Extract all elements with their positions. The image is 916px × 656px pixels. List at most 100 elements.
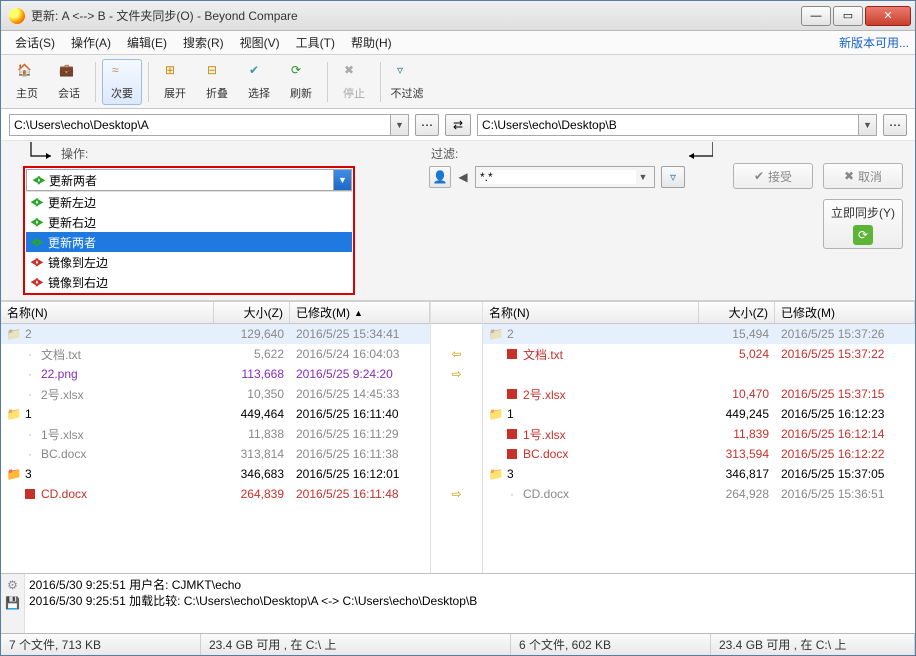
table-row[interactable]: ·1号.xlsx11,8382016/5/25 16:11:29 [1,424,430,444]
col-size[interactable]: 大小(Z) [214,302,290,323]
table-row[interactable]: 📁1449,2452016/5/25 16:12:23 [483,404,915,424]
table-row[interactable]: 📁3346,6832016/5/25 16:12:01 [1,464,430,484]
arrows-icon: ⮜⮞ [28,274,44,290]
col-size[interactable]: 大小(Z) [699,302,775,323]
tool-collapse[interactable]: ⊟折叠 [197,59,237,105]
collapse-icon: ⊟ [207,63,227,83]
table-row[interactable]: ·BC.docx313,8142016/5/25 16:11:38 [1,444,430,464]
menu-session[interactable]: 会话(S) [7,32,63,53]
tool-refresh[interactable]: ⟳刷新 [281,59,321,105]
filter-input-box[interactable]: ▼ [475,166,655,188]
left-browse-button[interactable]: ⋯ [415,114,439,136]
tool-home[interactable]: 🏠主页 [7,59,47,105]
menu-help[interactable]: 帮助(H) [343,32,400,53]
menu-view[interactable]: 视图(V) [232,32,288,53]
direction-indicator [431,324,482,344]
close-button[interactable]: ✕ [865,6,911,26]
file-icon: · [23,388,37,400]
accept-button[interactable]: ✔接受 [733,163,813,189]
menu-search[interactable]: 搜索(R) [175,32,232,53]
file-icon: · [23,428,37,440]
arrow-left-icon: ◀ [457,170,469,184]
table-row[interactable]: 📁215,4942016/5/25 15:37:26 [483,324,915,344]
option-update-both[interactable]: ⮜⮞更新两者 [26,232,352,252]
chevron-down-icon[interactable]: ▼ [636,172,650,182]
sync-icon: ⟳ [853,225,873,245]
col-modified[interactable]: 已修改(M)▲ [290,302,430,323]
sync-now-label: 立即同步(Y) [831,204,895,221]
col-modified[interactable]: 已修改(M) [775,302,915,323]
menu-action[interactable]: 操作(A) [63,32,119,53]
option-mirror-left[interactable]: ⮜⮞镜像到左边 [26,252,352,272]
menu-tools[interactable]: 工具(T) [288,32,343,53]
user-icon-button[interactable]: 👤 [429,166,451,188]
tool-secondary[interactable]: ≈次要 [102,59,142,105]
filter-input[interactable] [480,170,636,184]
separator [380,62,381,102]
option-mirror-right[interactable]: ⮜⮞镜像到右边 [26,272,352,292]
cancel-button[interactable]: ✖取消 [823,163,903,189]
maximize-button[interactable]: ▭ [833,6,863,26]
log-lines[interactable]: 2016/5/30 9:25:51 用户名: CJMKT\echo 2016/5… [25,574,915,633]
table-row[interactable]: ·2号.xlsx10,3502016/5/25 14:45:33 [1,384,430,404]
middle-pane: ⇦⇨⇨ [431,302,483,573]
direction-indicator [431,464,482,484]
statusbar: 7 个文件, 713 KB 23.4 GB 可用 , 在 C:\ 上 6 个文件… [1,633,915,655]
table-row[interactable] [483,364,915,384]
tool-stop: ✖停止 [334,59,374,105]
arrows-icon: ⮜⮞ [28,214,44,230]
sync-now-button[interactable]: 立即同步(Y) ⟳ [823,199,903,249]
table-row[interactable]: 1号.xlsx11,8392016/5/25 16:12:14 [483,424,915,444]
right-path-input[interactable] [477,114,859,136]
option-update-right[interactable]: ⮜⮞更新右边 [26,212,352,232]
new-version-link[interactable]: 新版本可用... [839,34,909,51]
menu-edit[interactable]: 编辑(E) [119,32,175,53]
lists-area: 名称(N) 大小(Z) 已修改(M)▲ 📁2129,6402016/5/25 1… [1,301,915,573]
table-row[interactable]: BC.docx313,5942016/5/25 16:12:22 [483,444,915,464]
dropdown-icon[interactable]: ▼ [859,114,877,136]
disk-icon[interactable]: 💾 [5,596,20,610]
action-combobox[interactable]: ⮜⮞ 更新两者 ▼ [26,169,352,191]
left-path-field[interactable]: ▼ [9,114,409,136]
table-row[interactable]: ·22.png113,6682016/5/25 9:24:20 [1,364,430,384]
table-row[interactable]: 文档.txt5,0242016/5/25 15:37:22 [483,344,915,364]
window-title: 更新: A <--> B - 文件夹同步(O) - Beyond Compare [31,7,801,24]
dropdown-icon[interactable]: ▼ [391,114,409,136]
direction-indicator: ⇦ [431,344,482,364]
chevron-down-icon[interactable]: ▼ [333,170,351,190]
table-row[interactable]: ·CD.docx264,9282016/5/25 15:36:51 [483,484,915,504]
tool-nofilter[interactable]: ▿不过滤 [387,59,427,105]
right-rows[interactable]: 📁215,4942016/5/25 15:37:26文档.txt5,024201… [483,324,915,573]
col-name[interactable]: 名称(N) [483,302,699,323]
folder-icon: 📁 [489,328,503,340]
table-row[interactable]: ·文档.txt5,6222016/5/24 16:04:03 [1,344,430,364]
separator [95,62,96,102]
table-row[interactable]: 📁2129,6402016/5/25 15:34:41 [1,324,430,344]
expand-icon: ⊞ [165,63,185,83]
option-update-left[interactable]: ⮜⮞更新左边 [26,192,352,212]
tool-session[interactable]: 💼会话 [49,59,89,105]
filter-apply-button[interactable]: ▿ [661,166,685,188]
table-row[interactable]: 2号.xlsx10,4702016/5/25 15:37:15 [483,384,915,404]
highlight-box: ⮜⮞ 更新两者 ▼ ⮜⮞更新左边 ⮜⮞更新右边 ⮜⮞更新两者 ⮜⮞镜像到左边 ⮜… [23,166,355,295]
tool-select[interactable]: ✔选择 [239,59,279,105]
table-row[interactable]: CD.docx264,8392016/5/25 16:11:48 [1,484,430,504]
right-pane: 名称(N) 大小(Z) 已修改(M) 📁215,4942016/5/25 15:… [483,302,915,573]
swap-button[interactable]: ⇄ [445,114,471,136]
funnel-icon: ▿ [670,170,676,184]
table-row[interactable]: 📁3346,8172016/5/25 15:37:05 [483,464,915,484]
file-icon [505,448,519,460]
table-row[interactable]: 📁1449,4642016/5/25 16:11:40 [1,404,430,424]
left-path-input[interactable] [9,114,391,136]
tool-expand[interactable]: ⊞展开 [155,59,195,105]
minimize-button[interactable]: — [801,6,831,26]
sort-asc-icon: ▲ [354,308,363,318]
right-path-field[interactable]: ▼ [477,114,877,136]
titlebar: 更新: A <--> B - 文件夹同步(O) - Beyond Compare… [1,1,915,31]
left-rows[interactable]: 📁2129,6402016/5/25 15:34:41·文档.txt5,6222… [1,324,430,573]
select-icon: ✔ [249,63,269,83]
right-browse-button[interactable]: ⋯ [883,114,907,136]
file-icon: · [23,368,37,380]
gear-icon[interactable]: ⚙ [7,578,18,592]
col-name[interactable]: 名称(N) [1,302,214,323]
